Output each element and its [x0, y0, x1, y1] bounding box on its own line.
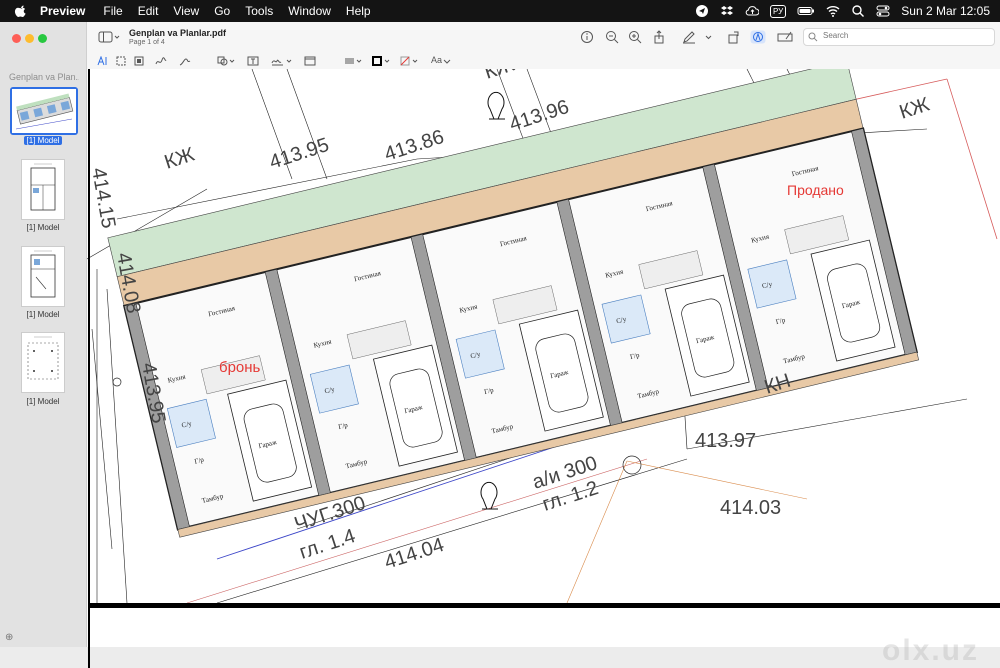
- page-thumbnail-label-3: [1] Model: [26, 310, 60, 319]
- shape-style-icon[interactable]: [344, 56, 362, 66]
- menu-file[interactable]: File: [103, 4, 122, 18]
- roof-plan-thumbnail: [27, 336, 59, 380]
- note-icon[interactable]: [304, 56, 316, 66]
- shapes-icon[interactable]: [217, 56, 235, 66]
- page-thumbnail-label-4: [1] Model: [26, 397, 60, 406]
- window-toolbar: Genplan va Planlar.pdf Page 1 of 4: [87, 22, 1000, 53]
- floor-plan-thumbnail: [30, 250, 56, 298]
- page-thumbnail-1[interactable]: [10, 87, 78, 135]
- close-window-button[interactable]: [12, 34, 21, 43]
- search-field[interactable]: [803, 28, 995, 46]
- markup-toolbar: Aa: [87, 53, 1000, 70]
- rotate-icon[interactable]: [727, 30, 741, 44]
- redact-icon[interactable]: [134, 56, 144, 66]
- add-page-icon[interactable]: ⊕: [5, 632, 13, 643]
- menu-window[interactable]: Window: [288, 4, 331, 18]
- sidebar-document-title: Genplan va Plan...: [9, 72, 79, 82]
- dropbox-icon[interactable]: [720, 4, 734, 18]
- text-style-button[interactable]: Aa: [431, 55, 442, 65]
- page-thumbnail-2[interactable]: [21, 159, 65, 220]
- page-thumbnail-label-2: [1] Model: [26, 223, 60, 232]
- zoom-window-button[interactable]: [38, 34, 47, 43]
- markup-toolbar-icon[interactable]: [750, 30, 766, 44]
- menu-help[interactable]: Help: [346, 4, 371, 18]
- chevron-down-icon[interactable]: [704, 30, 713, 44]
- sidebar-toggle-icon[interactable]: [98, 30, 120, 44]
- thumbnail-sidebar: Genplan va Plan... [1] Model [1] Model […: [0, 22, 87, 647]
- menu-go[interactable]: Go: [214, 4, 230, 18]
- menu-tools[interactable]: Tools: [245, 4, 273, 18]
- apple-icon[interactable]: [14, 4, 28, 18]
- minimize-window-button[interactable]: [25, 34, 34, 43]
- page-thumbnail-3[interactable]: [21, 246, 65, 307]
- zoom-in-icon[interactable]: [628, 30, 642, 44]
- search-icon: [808, 32, 818, 42]
- info-icon[interactable]: [580, 30, 594, 44]
- focus-icon[interactable]: [695, 4, 709, 18]
- input-source-badge[interactable]: РУ: [770, 4, 787, 18]
- border-color-icon[interactable]: [372, 56, 392, 66]
- page-2-frame: [88, 606, 1000, 668]
- share-icon[interactable]: [652, 30, 666, 44]
- fill-color-icon[interactable]: [400, 56, 420, 66]
- zoom-out-icon[interactable]: [605, 30, 619, 44]
- sketch-icon[interactable]: [155, 56, 167, 66]
- control-center-icon[interactable]: [876, 4, 890, 18]
- menu-view[interactable]: View: [173, 4, 199, 18]
- document-title: Genplan va Planlar.pdf: [129, 28, 227, 38]
- site-plan-thumbnail: [12, 89, 76, 133]
- spotlight-search-icon[interactable]: [851, 4, 865, 18]
- chevron-down-icon[interactable]: [443, 56, 451, 66]
- sign-icon[interactable]: [271, 56, 293, 66]
- menu-edit[interactable]: Edit: [138, 4, 159, 18]
- text-selection-icon[interactable]: [97, 56, 107, 66]
- floor-plan-thumbnail: [30, 163, 56, 211]
- markup-pen-icon[interactable]: [682, 30, 696, 44]
- menu-bar: Preview File Edit View Go Tools Window H…: [0, 0, 1000, 22]
- page-indicator: Page 1 of 4: [129, 39, 165, 46]
- draw-icon[interactable]: [179, 56, 191, 66]
- menu-app-name[interactable]: Preview: [40, 4, 85, 18]
- text-box-icon[interactable]: [247, 56, 259, 66]
- page-thumbnail-label-1: [1] Model: [0, 136, 86, 145]
- menubar-clock[interactable]: Sun 2 Mar 12:05: [901, 4, 990, 18]
- annotate-form-icon[interactable]: [777, 30, 793, 44]
- document-view[interactable]: Кухня Гостиная Кухня Гостиная Кухня Гост…: [87, 69, 1000, 668]
- rectangular-selection-icon[interactable]: [116, 56, 126, 66]
- olx-watermark: olx.uz: [882, 634, 980, 667]
- page-thumbnail-4[interactable]: [21, 332, 65, 393]
- page-1-frame: [88, 69, 1000, 606]
- search-input[interactable]: [821, 30, 985, 41]
- battery-icon[interactable]: [797, 4, 815, 18]
- cloud-upload-icon[interactable]: [745, 4, 760, 18]
- wifi-icon[interactable]: [826, 4, 840, 18]
